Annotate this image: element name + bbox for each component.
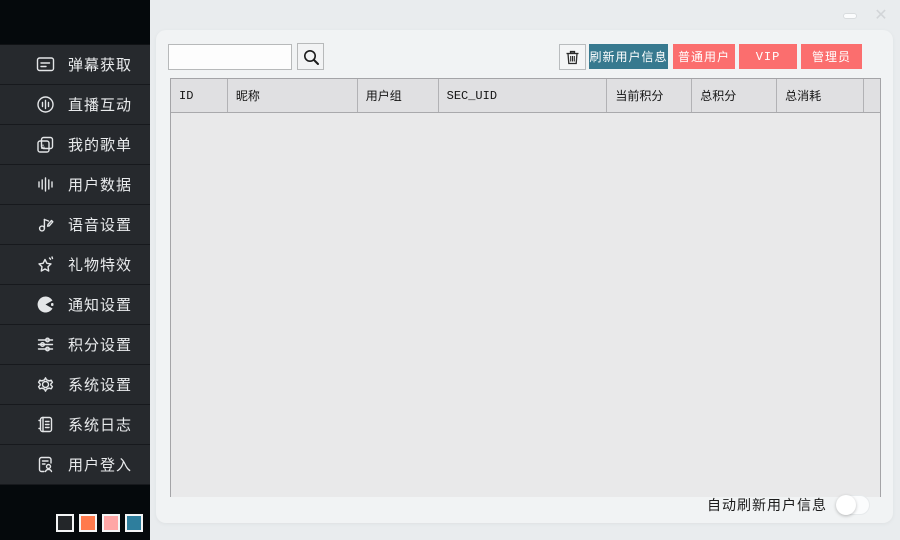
sidebar-item-user-data[interactable]: 用户数据 <box>0 165 150 205</box>
sidebar-item-label: 用户登入 <box>68 454 132 475</box>
sidebar-item-user-login[interactable]: 用户登入 <box>0 445 150 485</box>
system-log-icon <box>36 415 55 434</box>
theme-swatch-pink[interactable] <box>102 514 120 532</box>
toggle-knob <box>836 495 856 515</box>
danmu-icon <box>36 55 55 74</box>
column-header-usergroup[interactable]: 用户组 <box>358 79 439 112</box>
column-header-nickname[interactable]: 昵称 <box>228 79 358 112</box>
sidebar-item-system-log[interactable]: 系统日志 <box>0 405 150 445</box>
sidebar: 弹幕获取 直播互动 A 我的歌单 用户数据 语音设置 <box>0 0 150 540</box>
minimize-button[interactable] <box>843 13 857 19</box>
sidebar-item-label: 语音设置 <box>68 214 132 235</box>
search-input[interactable] <box>168 44 292 70</box>
search-icon <box>302 48 320 66</box>
sidebar-menu: 弹幕获取 直播互动 A 我的歌单 用户数据 语音设置 <box>0 44 150 485</box>
user-login-icon <box>36 455 55 474</box>
theme-swatch-row <box>56 514 143 532</box>
user-table: ID 昵称 用户组 SEC_UID 当前积分 总积分 总消耗 <box>170 78 881 497</box>
playlist-icon: A <box>36 135 55 154</box>
user-data-icon <box>36 175 55 194</box>
sidebar-item-live-interact[interactable]: 直播互动 <box>0 85 150 125</box>
main-panel: 刷新用户信息 普通用户 VIP 管理员 ID 昵称 用户组 SEC_UID 当前… <box>156 30 893 523</box>
trash-icon <box>564 49 581 66</box>
refresh-user-info-button[interactable]: 刷新用户信息 <box>589 44 668 69</box>
auto-refresh-toggle[interactable] <box>836 495 870 515</box>
search-button[interactable] <box>297 43 324 70</box>
column-header-id[interactable]: ID <box>171 79 228 112</box>
titlebar: ✕ <box>150 0 900 30</box>
theme-swatch-dark[interactable] <box>56 514 74 532</box>
column-header-current-points[interactable]: 当前积分 <box>607 79 692 112</box>
admin-button[interactable]: 管理员 <box>801 44 862 69</box>
sidebar-item-label: 系统设置 <box>68 374 132 395</box>
close-button[interactable]: ✕ <box>872 3 890 25</box>
sidebar-item-label: 直播互动 <box>68 94 132 115</box>
table-header-row: ID 昵称 用户组 SEC_UID 当前积分 总积分 总消耗 <box>171 79 880 113</box>
table-body-empty <box>171 113 880 497</box>
auto-refresh-label: 自动刷新用户信息 <box>707 495 827 515</box>
points-settings-icon <box>36 335 55 354</box>
column-header-total-spent[interactable]: 总消耗 <box>777 79 864 112</box>
sidebar-item-label: 积分设置 <box>68 334 132 355</box>
column-header-sec-uid[interactable]: SEC_UID <box>439 79 608 112</box>
sidebar-item-label: 我的歌单 <box>68 134 132 155</box>
sidebar-item-label: 弹幕获取 <box>68 54 132 75</box>
sidebar-item-label: 礼物特效 <box>68 254 132 275</box>
sidebar-item-points-settings[interactable]: 积分设置 <box>0 325 150 365</box>
vip-button[interactable]: VIP <box>739 44 797 69</box>
live-interact-icon <box>36 95 55 114</box>
sidebar-item-label: 通知设置 <box>68 294 132 315</box>
column-header-filler <box>864 79 880 112</box>
sidebar-item-danmu[interactable]: 弹幕获取 <box>0 45 150 85</box>
panel-footer: 自动刷新用户信息 <box>156 487 893 523</box>
voice-settings-icon <box>36 215 55 234</box>
column-header-total-points[interactable]: 总积分 <box>692 79 777 112</box>
system-settings-icon <box>36 375 55 394</box>
svg-text:A: A <box>41 144 46 151</box>
normal-user-button[interactable]: 普通用户 <box>673 44 735 69</box>
sidebar-item-playlist[interactable]: A 我的歌单 <box>0 125 150 165</box>
sidebar-item-voice-settings[interactable]: 语音设置 <box>0 205 150 245</box>
notification-settings-icon <box>36 295 55 314</box>
sidebar-item-gift-effects[interactable]: 礼物特效 <box>0 245 150 285</box>
sidebar-item-label: 用户数据 <box>68 174 132 195</box>
theme-swatch-teal[interactable] <box>125 514 143 532</box>
sidebar-item-label: 系统日志 <box>68 414 132 435</box>
sidebar-item-system-settings[interactable]: 系统设置 <box>0 365 150 405</box>
gift-effects-icon <box>36 255 55 274</box>
sidebar-item-notification-settings[interactable]: 通知设置 <box>0 285 150 325</box>
delete-users-button[interactable] <box>559 44 586 70</box>
theme-swatch-coral[interactable] <box>79 514 97 532</box>
